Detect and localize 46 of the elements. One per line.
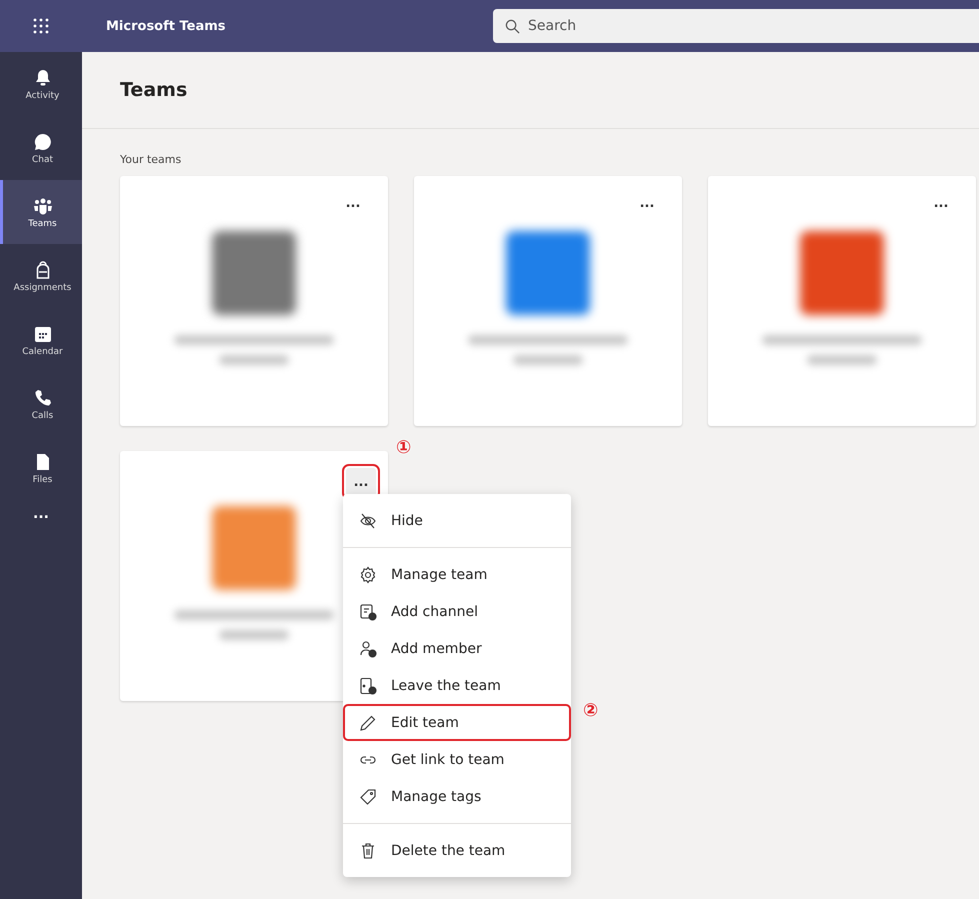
pencil-icon [359,714,377,732]
chat-icon [32,132,52,152]
search-icon [505,19,520,34]
team-card[interactable] [708,176,976,426]
menu-item[interactable]: Add member [343,630,571,667]
search-field[interactable]: Search [493,9,979,43]
hide-icon [359,512,377,530]
more-options-button[interactable]: ... [338,189,368,217]
menu-item[interactable]: Leave the team [343,667,571,704]
people-icon [32,196,52,216]
app-bar-item[interactable]: Activity [0,52,82,116]
team-card[interactable] [414,176,682,426]
member-icon [359,640,377,658]
more-options-button[interactable]: ... [926,189,956,217]
more-options-button[interactable]: ... [346,468,376,496]
app-name: Microsoft Teams [106,18,227,34]
more-options-button[interactable]: ... [632,189,662,217]
phone-icon [32,388,52,408]
tag-icon [359,788,377,806]
app-bar-item[interactable]: Calendar [0,308,82,372]
menu-item[interactable]: Add channel [343,593,571,630]
app-bar-item[interactable]: Teams [0,180,82,244]
app-bar-item[interactable]: Calls [0,372,82,436]
menu-item[interactable]: Delete the team [343,832,571,869]
page-title: Teams [120,79,188,101]
app-launcher-icon[interactable] [32,17,50,35]
menu-item[interactable]: Manage team [343,556,571,593]
app-bar-item[interactable]: Chat [0,116,82,180]
app-bar-item[interactable]: Assignments [0,244,82,308]
blurred-team-name [513,355,583,365]
app-bar-item[interactable]: Files [0,436,82,500]
channel-icon [359,602,377,620]
trash-icon [359,842,377,860]
leave-icon [359,676,377,694]
menu-item[interactable]: Hide [343,502,571,539]
section-heading: Your teams [120,153,182,166]
menu-item[interactable]: Get link to team [343,741,571,778]
blurred-team-name [219,630,289,640]
gear-icon [359,566,377,584]
blurred-team-name [219,355,289,365]
more-apps-button[interactable]: ... [27,506,55,522]
blurred-team-name [807,355,877,365]
step-number: ② [583,700,598,721]
team-card[interactable] [120,176,388,426]
menu-item[interactable]: Manage tags [343,778,571,815]
step-number: ① [396,437,412,458]
